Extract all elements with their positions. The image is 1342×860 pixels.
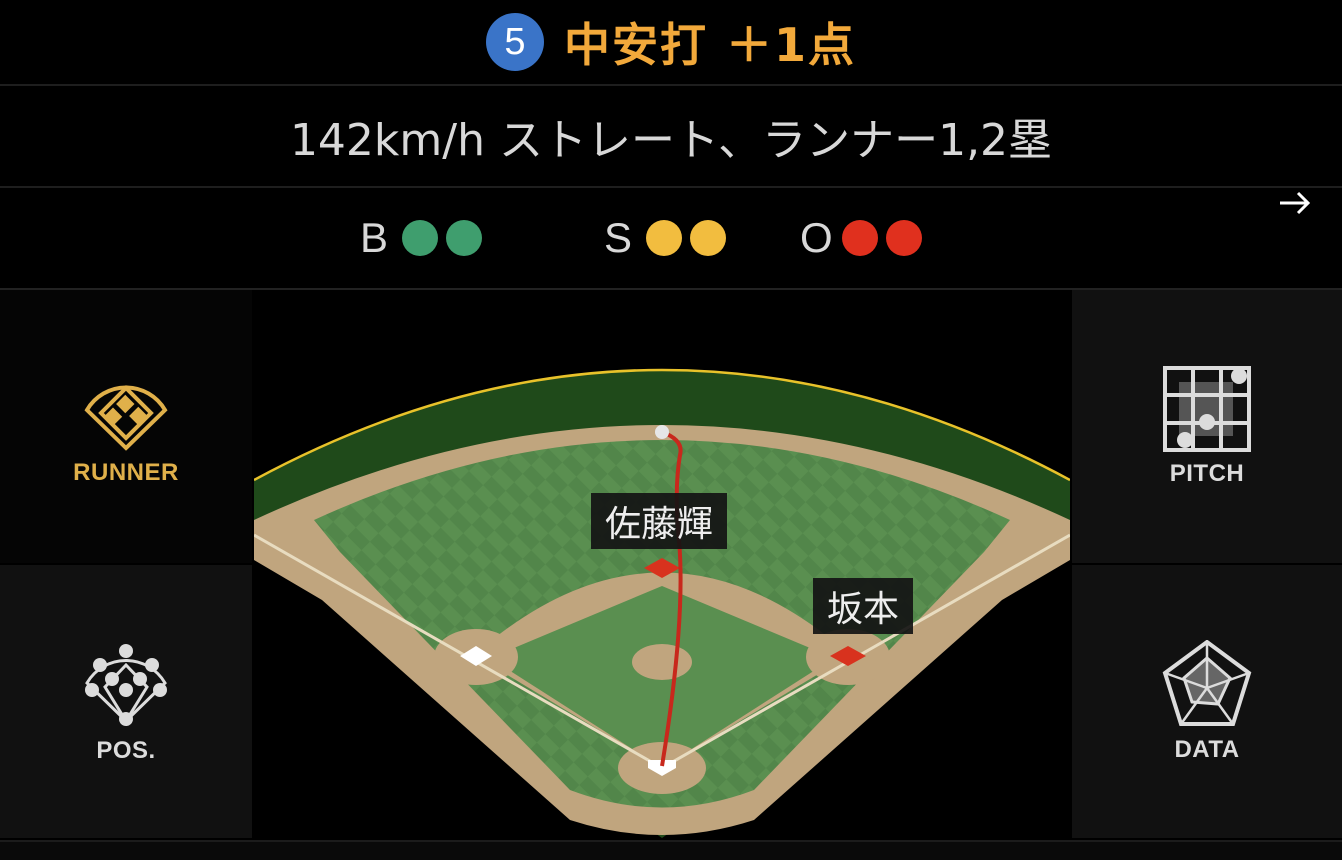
data-tab[interactable]: DATA	[1072, 565, 1342, 838]
next-play-button[interactable]	[1278, 190, 1322, 216]
radar-chart-icon	[1162, 639, 1252, 726]
strike-count: S	[604, 214, 726, 262]
runner-tab[interactable]: RUNNER	[0, 290, 252, 563]
strike-label: S	[604, 214, 633, 261]
arrow-right-icon	[1280, 191, 1311, 215]
inning-badge: 5	[485, 13, 544, 71]
pitch-tab[interactable]: PITCH	[1072, 290, 1342, 563]
out-dot	[842, 220, 878, 256]
runner-first-tag: 坂本	[813, 578, 914, 634]
play-description: 142km/h ストレート、ランナー1,2塁	[0, 86, 1342, 188]
pos-tab[interactable]: POS.	[0, 565, 252, 838]
pitchers-mound	[632, 644, 692, 680]
runner-second-tag: 佐藤輝	[591, 493, 728, 549]
baseball-field: 佐藤輝 坂本	[254, 290, 1070, 838]
strike-dot	[646, 220, 682, 256]
play-result: 中安打 ＋1点	[563, 18, 857, 72]
out-label: O	[800, 214, 833, 261]
ball-dot	[446, 220, 482, 256]
count-panel: B S O	[0, 188, 1342, 290]
data-label: DATA	[1174, 735, 1240, 763]
strike-dot	[690, 220, 726, 256]
bottom-bar	[0, 840, 1342, 860]
play-header: 5 中安打 ＋1点	[0, 0, 1342, 86]
ball-count: B	[360, 214, 482, 262]
diamond-runner-icon	[84, 385, 168, 451]
pitch-label: PITCH	[1169, 459, 1245, 487]
runner-label: RUNNER	[73, 459, 179, 486]
strike-zone-grid-icon	[1163, 365, 1251, 452]
out-dot	[886, 220, 922, 256]
ball-dot	[402, 220, 438, 256]
ball-landing	[655, 425, 669, 439]
field-positions-icon	[85, 643, 167, 726]
ball-label: B	[360, 214, 389, 261]
field-diagram	[254, 368, 1070, 838]
out-count: O	[800, 214, 922, 262]
pos-label: POS.	[96, 736, 156, 764]
